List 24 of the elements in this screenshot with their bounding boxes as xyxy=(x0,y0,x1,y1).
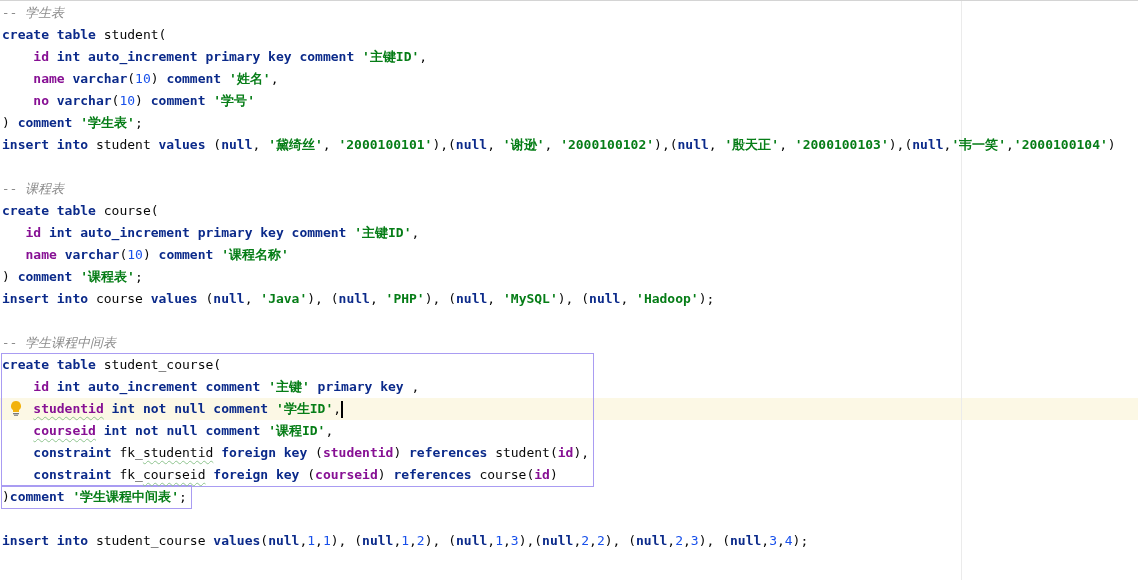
code-line: id int auto_increment primary key comment '主键ID', xyxy=(25,224,420,243)
code-line: create table course( xyxy=(2,202,159,220)
code-line: id int auto_increment comment '主键' primary key , xyxy=(33,378,420,397)
code-line: id int auto_increment primary key comment '主键ID', xyxy=(33,48,428,67)
code-line: name varchar(10) comment '姓名', xyxy=(33,70,279,88)
code-line: insert into student values (null, '黛绮丝', '2000100101'),(null, '谢逊', '2000100102'),(null, '殷天正', '2000100103'),(null,'韦一笑','2000100104') xyxy=(2,136,1116,154)
code-line: create table student( xyxy=(2,26,167,44)
code-editor[interactable] xyxy=(0,0,1138,580)
code-line: constraint fk_courseid foreign key (courseid) references course(id) xyxy=(33,466,558,484)
code-line: create table student_course( xyxy=(2,356,222,374)
code-line: no varchar(10) comment '学号' xyxy=(33,92,255,110)
code-line: studentid int not null comment '学生ID', xyxy=(33,400,342,418)
code-line: )comment '学生课程中间表'; xyxy=(2,488,187,506)
code-line: ) comment '学生表'; xyxy=(2,114,143,132)
code-line: name varchar(10) comment '课程名称' xyxy=(25,246,289,264)
code-line: -- 学生表 xyxy=(2,4,65,22)
lightbulb-icon[interactable] xyxy=(10,400,22,416)
code-line: -- 学生课程中间表 xyxy=(2,334,117,352)
code-line: -- 课程表 xyxy=(2,180,65,198)
code-line: ) comment '课程表'; xyxy=(2,268,143,286)
code-line: constraint fk_studentid foreign key (studentid) references student(id), xyxy=(33,444,590,462)
code-line: insert into student_course values(null,1,1), (null,1,2), (null,1,3),(null,2,2), (null,2,3), (null,3,4); xyxy=(2,532,809,550)
code-line: courseid int not null comment '课程ID', xyxy=(33,422,334,440)
code-line: insert into course values (null, 'Java'), (null, 'PHP'), (null, 'MySQL'), (null, 'Hadoop'); xyxy=(2,290,715,308)
